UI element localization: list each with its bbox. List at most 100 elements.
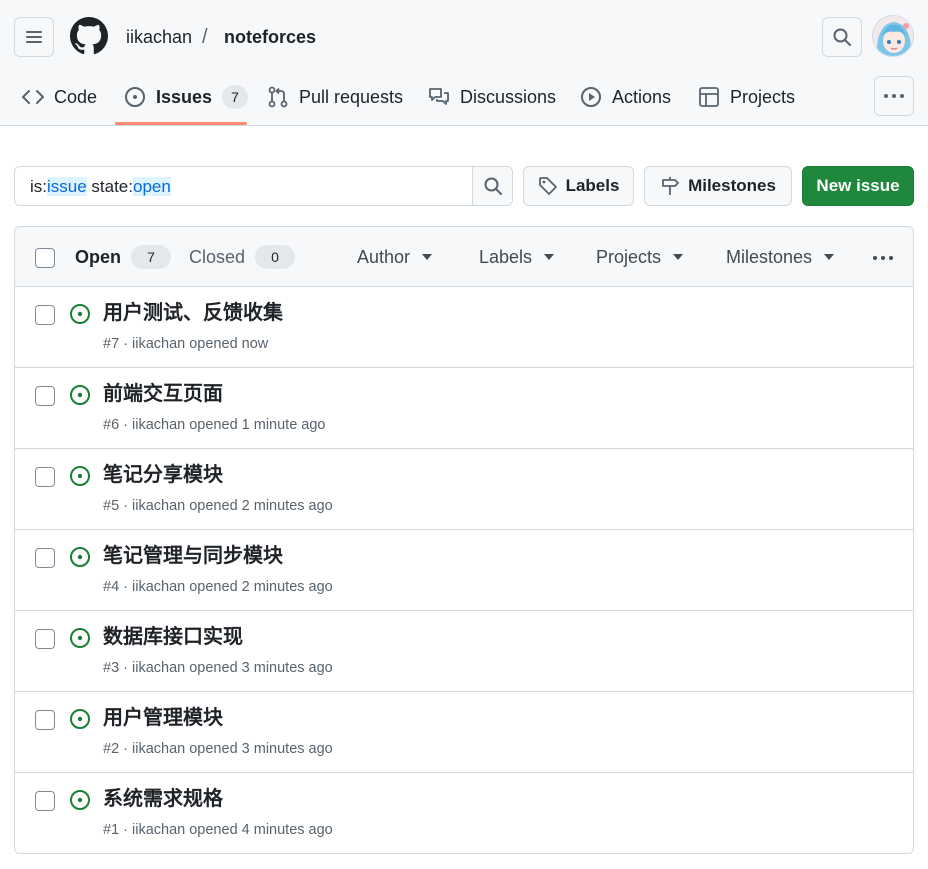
table-icon	[699, 87, 719, 107]
github-logo-icon[interactable]	[70, 17, 108, 55]
global-search-button[interactable]	[822, 17, 862, 57]
tab-pull-requests[interactable]: Pull requests	[267, 80, 403, 114]
issue-row[interactable]: 笔记管理与同步模块 #4 · iikachan opened 2 minutes…	[15, 530, 913, 611]
tab-label: Discussions	[460, 86, 557, 107]
filter-query[interactable]: is:issue state:open	[30, 177, 171, 197]
closed-label: Closed	[189, 246, 246, 267]
tab-label: Pull requests	[299, 86, 404, 107]
new-issue-button[interactable]: New issue	[802, 166, 914, 206]
issue-row[interactable]: 笔记分享模块 #5 · iikachan opened 2 minutes ag…	[15, 449, 913, 530]
dropdown-label: Labels	[479, 246, 533, 267]
labels-button[interactable]: Labels	[523, 166, 634, 206]
open-global-nav-button[interactable]	[14, 17, 54, 57]
repo-owner-link[interactable]: iikachan	[126, 26, 192, 48]
issue-checkbox[interactable]	[35, 629, 55, 649]
kebab-horizontal-icon	[884, 94, 904, 98]
issue-row[interactable]: 用户测试、反馈收集 #7 · iikachan opened now	[15, 287, 913, 368]
filter-qualifier: state:	[86, 177, 133, 196]
selected-tab-indicator	[115, 122, 247, 125]
issue-title-link[interactable]: 笔记管理与同步模块	[103, 543, 283, 569]
closed-issues-tab[interactable]: Closed 0	[189, 245, 296, 269]
list-options-button[interactable]	[872, 246, 894, 270]
issue-opened-icon	[70, 790, 90, 810]
issue-checkbox[interactable]	[35, 305, 55, 325]
issue-title-link[interactable]: 笔记分享模块	[103, 462, 223, 488]
issue-title-link[interactable]: 前端交互页面	[103, 381, 223, 407]
tab-projects[interactable]: Projects	[698, 80, 795, 114]
milestone-icon	[662, 177, 679, 195]
issue-title-link[interactable]: 数据库接口实现	[103, 624, 243, 650]
issue-title-link[interactable]: 系统需求规格	[103, 786, 223, 812]
closed-count-badge: 0	[255, 245, 296, 269]
code-icon	[22, 90, 44, 104]
play-icon	[581, 87, 601, 107]
issues-list-header: Open 7 Closed 0 Author Labels Projects M…	[15, 227, 913, 287]
triangle-down-icon	[824, 254, 835, 260]
milestones-button-label: Milestones	[688, 176, 776, 195]
select-all-checkbox[interactable]	[35, 248, 55, 268]
repo-name-link[interactable]: noteforces	[224, 26, 316, 48]
issue-opened-icon	[70, 466, 90, 486]
tag-icon	[538, 177, 557, 195]
issue-title-link[interactable]: 用户管理模块	[103, 705, 223, 731]
filter-qualifier-value: issue	[47, 177, 87, 196]
breadcrumb-separator: /	[202, 26, 208, 48]
dropdown-label: Author	[357, 246, 411, 267]
issue-row[interactable]: 数据库接口实现 #3 · iikachan opened 3 minutes a…	[15, 611, 913, 692]
issue-row[interactable]: 前端交互页面 #6 · iikachan opened 1 minute ago	[15, 368, 913, 449]
labels-filter-dropdown[interactable]: Labels	[479, 245, 555, 269]
dropdown-label: Projects	[596, 246, 662, 267]
issues-filter-input[interactable]: is:issue state:open	[14, 166, 513, 206]
issue-opened-icon	[70, 709, 90, 729]
filter-qualifier-value: open	[133, 177, 171, 196]
issue-meta: #7 · iikachan opened now	[103, 336, 269, 352]
tab-label: Issues	[156, 86, 213, 107]
milestones-button[interactable]: Milestones	[644, 166, 792, 206]
kebab-horizontal-icon	[873, 256, 893, 260]
issue-checkbox[interactable]	[35, 467, 55, 487]
open-issues-tab[interactable]: Open 7	[75, 245, 172, 269]
issue-row[interactable]: 系统需求规格 #1 · iikachan opened 4 minutes ag…	[15, 773, 913, 853]
repo-header: iikachan / noteforces Code Issues 7 Pull…	[0, 0, 928, 126]
tab-discussions[interactable]: Discussions	[428, 80, 556, 114]
open-count-badge: 7	[131, 245, 172, 269]
issue-row[interactable]: 用户管理模块 #2 · iikachan opened 3 minutes ag…	[15, 692, 913, 773]
issues-list: Open 7 Closed 0 Author Labels Projects M…	[14, 226, 914, 854]
issue-meta: #5 · iikachan opened 2 minutes ago	[103, 498, 333, 514]
labels-button-label: Labels	[565, 176, 620, 195]
tab-issues[interactable]: Issues 7	[124, 80, 249, 114]
issue-opened-icon	[70, 547, 90, 567]
issue-opened-icon	[70, 385, 90, 405]
triangle-down-icon	[673, 254, 684, 260]
issues-count-badge: 7	[222, 85, 249, 109]
author-filter-dropdown[interactable]: Author	[357, 245, 433, 269]
triangle-down-icon	[544, 254, 555, 260]
user-avatar[interactable]	[872, 15, 914, 57]
issue-title-link[interactable]: 用户测试、反馈收集	[103, 300, 283, 326]
tab-label: Projects	[730, 86, 796, 107]
issue-checkbox[interactable]	[35, 791, 55, 811]
issue-meta: #1 · iikachan opened 4 minutes ago	[103, 822, 333, 838]
issue-meta: #3 · iikachan opened 3 minutes ago	[103, 660, 333, 676]
tab-code[interactable]: Code	[22, 80, 97, 114]
issue-meta: #4 · iikachan opened 2 minutes ago	[103, 579, 333, 595]
issue-checkbox[interactable]	[35, 710, 55, 730]
issue-meta: #6 · iikachan opened 1 minute ago	[103, 417, 326, 433]
issue-checkbox[interactable]	[35, 548, 55, 568]
open-label: Open	[75, 246, 122, 267]
issue-checkbox[interactable]	[35, 386, 55, 406]
search-icon	[833, 28, 851, 46]
filter-search-button[interactable]	[472, 167, 512, 205]
issue-opened-icon	[70, 304, 90, 324]
issue-opened-icon	[70, 628, 90, 648]
avatar-image-icon	[873, 16, 913, 56]
projects-filter-dropdown[interactable]: Projects	[596, 245, 684, 269]
tab-actions[interactable]: Actions	[580, 80, 671, 114]
git-pull-request-icon	[268, 86, 288, 108]
more-tabs-button[interactable]	[874, 76, 914, 116]
dropdown-label: Milestones	[726, 246, 813, 267]
issue-meta: #2 · iikachan opened 3 minutes ago	[103, 741, 333, 757]
milestones-filter-dropdown[interactable]: Milestones	[726, 245, 835, 269]
filter-qualifier: is:	[30, 177, 47, 196]
tab-label: Code	[54, 86, 98, 107]
